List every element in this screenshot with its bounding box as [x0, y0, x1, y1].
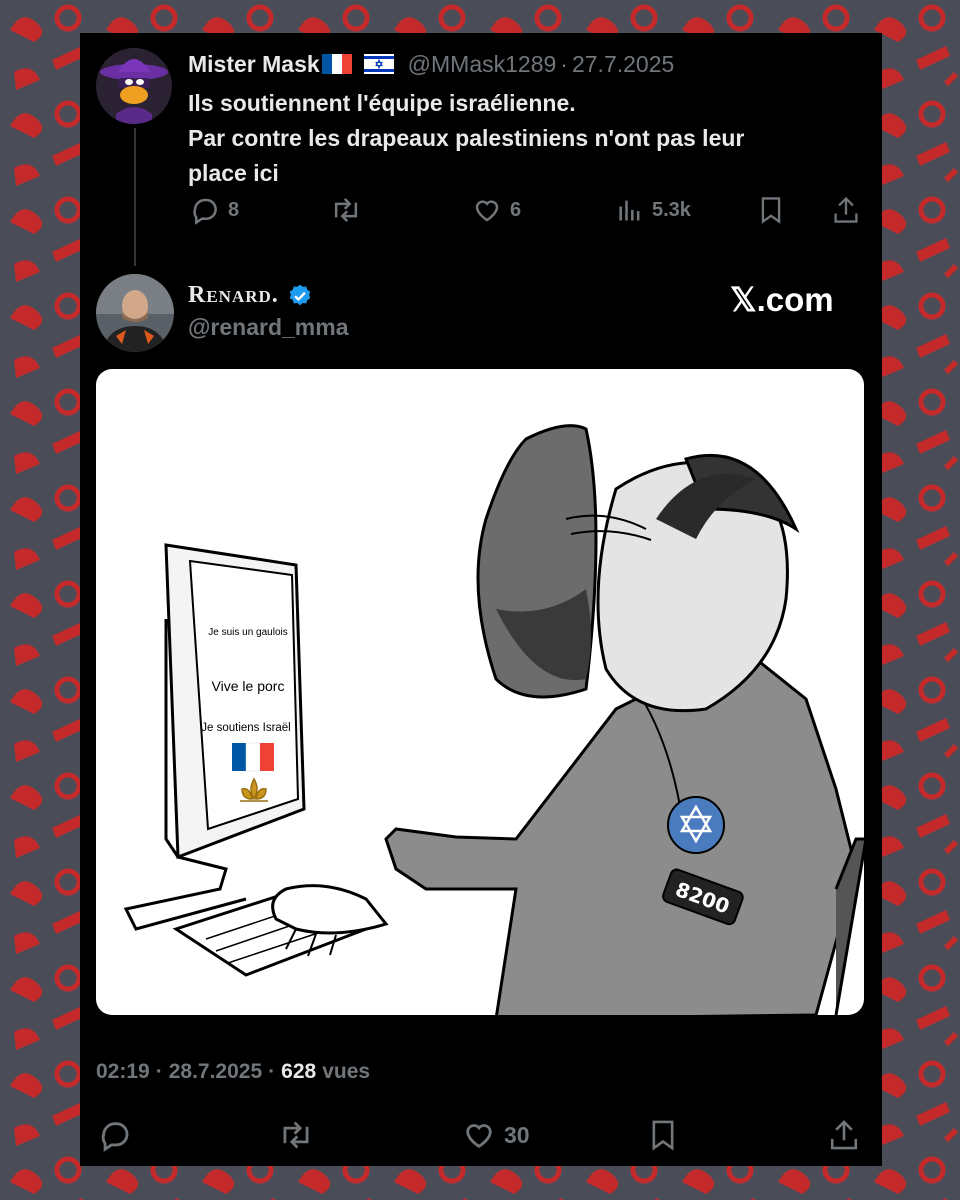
- meta-separator: ·: [155, 1060, 163, 1083]
- quoted-text-line: place ici: [188, 160, 279, 186]
- main-author-name[interactable]: Renard.: [188, 282, 279, 309]
- quoted-author-name[interactable]: Mister Mask: [188, 51, 320, 78]
- monitor-line-1: Je suis un gaulois: [208, 627, 288, 638]
- main-reply-button[interactable]: [98, 1118, 132, 1152]
- quoted-reply-count: 8: [228, 198, 240, 221]
- views-count: 628: [281, 1060, 317, 1083]
- meme-illustration: 8200 Je suis un gaulois Vive le porc Je …: [123, 424, 864, 1015]
- share-icon: [830, 1120, 858, 1150]
- header-separator: ·: [560, 50, 568, 77]
- reply-icon: [193, 198, 217, 225]
- monitor-line-2: Vive le porc: [212, 678, 285, 694]
- main-bookmark-button[interactable]: [648, 1118, 678, 1152]
- quoted-like-count: 6: [510, 198, 522, 221]
- verified-badge-icon: [289, 284, 311, 305]
- monitor-line-3: Je soutiens Israël: [201, 722, 291, 734]
- quoted-retweet-button[interactable]: [330, 195, 370, 225]
- quoted-views-count: 5.3k: [652, 198, 691, 221]
- quoted-tweet-text: Ils soutiennent l'équipe israélienne. Pa…: [188, 86, 868, 191]
- share-icon: [834, 196, 858, 223]
- person-photo-icon: [96, 274, 174, 352]
- quoted-tweet-header: Mister Mask @MMask1289 · 27.7.2025: [188, 48, 674, 80]
- heart-icon: [475, 200, 499, 222]
- bookmark-icon: [761, 197, 781, 224]
- quoted-text-line: Ils soutiennent l'équipe israélienne.: [188, 90, 576, 116]
- quoted-share-button[interactable]: [832, 195, 860, 225]
- tweet-time[interactable]: 02:19: [96, 1060, 150, 1084]
- main-author-handle[interactable]: @renard_mma: [188, 314, 349, 341]
- quoted-views-button[interactable]: 5.3k: [616, 195, 691, 225]
- heart-icon: [466, 1124, 492, 1148]
- main-like-button[interactable]: 30: [462, 1118, 530, 1152]
- flag-israel-icon: [363, 54, 394, 74]
- main-author-row: Renard.: [188, 282, 313, 309]
- bookmark-icon: [652, 1120, 674, 1151]
- x-com-logo[interactable]: 𝕏.com: [730, 280, 834, 319]
- views-chart-icon: [619, 200, 640, 221]
- meme-image[interactable]: 8200 Je suis un gaulois Vive le porc Je …: [96, 369, 864, 1015]
- tweet-meta-row: 02:19 · 28.7.2025 · 628 vues: [96, 1060, 370, 1084]
- renard-avatar[interactable]: [96, 274, 174, 352]
- quoted-author-handle[interactable]: @MMask1289: [408, 51, 557, 78]
- tweet-date[interactable]: 28.7.2025: [169, 1060, 262, 1084]
- quoted-tweet-date[interactable]: 27.7.2025: [572, 51, 674, 78]
- meta-separator: ·: [268, 1060, 276, 1083]
- quoted-like-button[interactable]: 6: [472, 195, 521, 225]
- views-label: vues: [322, 1060, 371, 1083]
- masked-duck-avatar-icon: [96, 48, 172, 124]
- quoted-reply-button[interactable]: 8: [190, 195, 239, 225]
- main-share-button[interactable]: [828, 1118, 860, 1152]
- quoted-text-line: Par contre les drapeaux palestiniens n'o…: [188, 125, 745, 151]
- reply-icon: [101, 1122, 129, 1152]
- flag-france-icon: [321, 54, 352, 74]
- quoted-bookmark-button[interactable]: [758, 195, 784, 225]
- main-retweet-button[interactable]: [278, 1118, 314, 1152]
- retweet-icon: [283, 1121, 309, 1149]
- thread-connector-line: [134, 128, 136, 266]
- retweet-icon: [334, 198, 358, 222]
- mister-mask-avatar[interactable]: [96, 48, 172, 124]
- main-like-count: 30: [504, 1121, 530, 1148]
